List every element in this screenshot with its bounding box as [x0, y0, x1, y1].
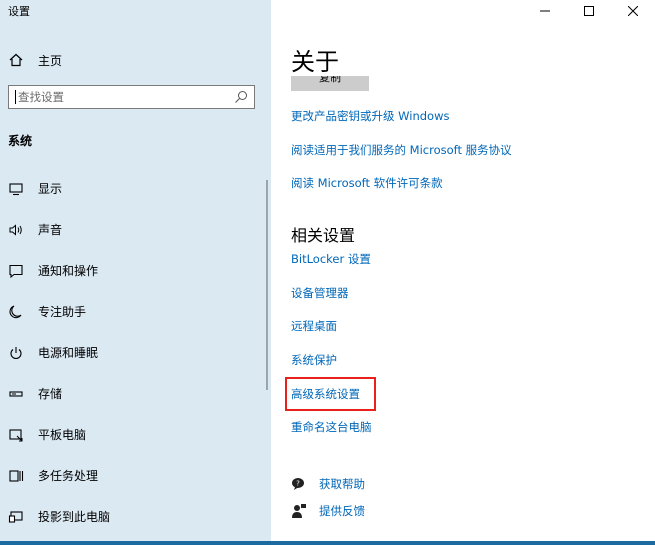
notification-icon	[9, 264, 23, 278]
sidebar-item-project-to-pc[interactable]: 投影到此电脑	[0, 496, 271, 537]
give-feedback-link[interactable]: 提供反馈	[291, 503, 365, 519]
sidebar-nav: 显示 声音 通知和操作 专注助手 电源和睡眠 存储 平板电脑 多任务处理 投影到…	[0, 168, 271, 537]
sidebar-item-label: 声音	[38, 223, 63, 237]
sidebar-item-display[interactable]: 显示	[0, 168, 271, 209]
speaker-icon	[9, 223, 22, 236]
svg-text:?: ?	[296, 480, 300, 488]
sidebar-item-multitasking[interactable]: 多任务处理	[0, 455, 271, 496]
search-placeholder: 查找设置	[18, 90, 64, 104]
main-content: 关于 复制 更改产品密钥或升级 Windows 阅读适用于我们服务的 Micro…	[271, 0, 655, 541]
sidebar: 设置 主页 查找设置 系统 显示 声音 通知和操作 专注助手 电源和睡眠 存储 …	[0, 0, 271, 541]
change-product-key-link[interactable]: 更改产品密钥或升级 Windows	[291, 108, 450, 124]
device-manager-link[interactable]: 设备管理器	[291, 285, 349, 301]
bitlocker-settings-link[interactable]: BitLocker 设置	[291, 251, 371, 267]
sidebar-item-label: 显示	[38, 182, 63, 196]
monitor-icon	[9, 182, 23, 195]
sidebar-item-label: 投影到此电脑	[38, 510, 111, 524]
sidebar-item-label: 通知和操作	[38, 264, 99, 278]
section-title: 系统	[8, 134, 33, 148]
storage-icon	[9, 390, 23, 397]
sidebar-scrollbar[interactable]	[266, 180, 268, 390]
license-terms-link[interactable]: 阅读 Microsoft 软件许可条款	[291, 175, 443, 191]
sidebar-item-label: 存储	[38, 387, 63, 401]
taskbar-edge	[0, 541, 655, 545]
project-icon	[8, 510, 23, 523]
sidebar-item-label: 专注助手	[38, 305, 87, 319]
sidebar-item-label: 平板电脑	[38, 428, 87, 442]
feedback-icon	[292, 504, 306, 518]
sidebar-item-sound[interactable]: 声音	[0, 209, 271, 250]
sidebar-item-storage[interactable]: 存储	[0, 373, 271, 414]
home-nav-item[interactable]: 主页	[8, 50, 62, 70]
sidebar-item-focus-assist[interactable]: 专注助手	[0, 291, 271, 332]
related-settings-heading: 相关设置	[291, 226, 356, 245]
service-agreement-link[interactable]: 阅读适用于我们服务的 Microsoft 服务协议	[291, 142, 512, 158]
get-help-link[interactable]: ? 获取帮助	[291, 476, 365, 492]
help-chat-icon: ?	[292, 478, 304, 490]
moon-icon	[9, 304, 22, 318]
sidebar-item-tablet[interactable]: 平板电脑	[0, 414, 271, 455]
rename-pc-link[interactable]: 重命名这台电脑	[291, 419, 372, 435]
app-title: 设置	[8, 5, 30, 18]
tablet-icon	[9, 428, 23, 441]
page-title: 关于	[291, 48, 339, 76]
system-protection-link[interactable]: 系统保护	[291, 352, 337, 368]
sidebar-item-label: 多任务处理	[38, 469, 99, 483]
copy-button[interactable]: 复制	[291, 76, 369, 91]
give-feedback-label: 提供反馈	[319, 504, 365, 518]
sidebar-item-notifications[interactable]: 通知和操作	[0, 250, 271, 291]
sidebar-item-label: 电源和睡眠	[38, 346, 99, 360]
get-help-label: 获取帮助	[319, 477, 365, 491]
remote-desktop-link[interactable]: 远程桌面	[291, 318, 337, 334]
home-icon	[9, 53, 23, 67]
highlight-box	[285, 377, 376, 411]
search-icon	[235, 91, 247, 103]
power-icon	[10, 346, 22, 359]
sidebar-item-power-sleep[interactable]: 电源和睡眠	[0, 332, 271, 373]
home-label: 主页	[38, 53, 63, 68]
search-input[interactable]: 查找设置	[8, 85, 255, 109]
text-cursor	[15, 90, 16, 104]
multitask-icon	[9, 469, 24, 482]
